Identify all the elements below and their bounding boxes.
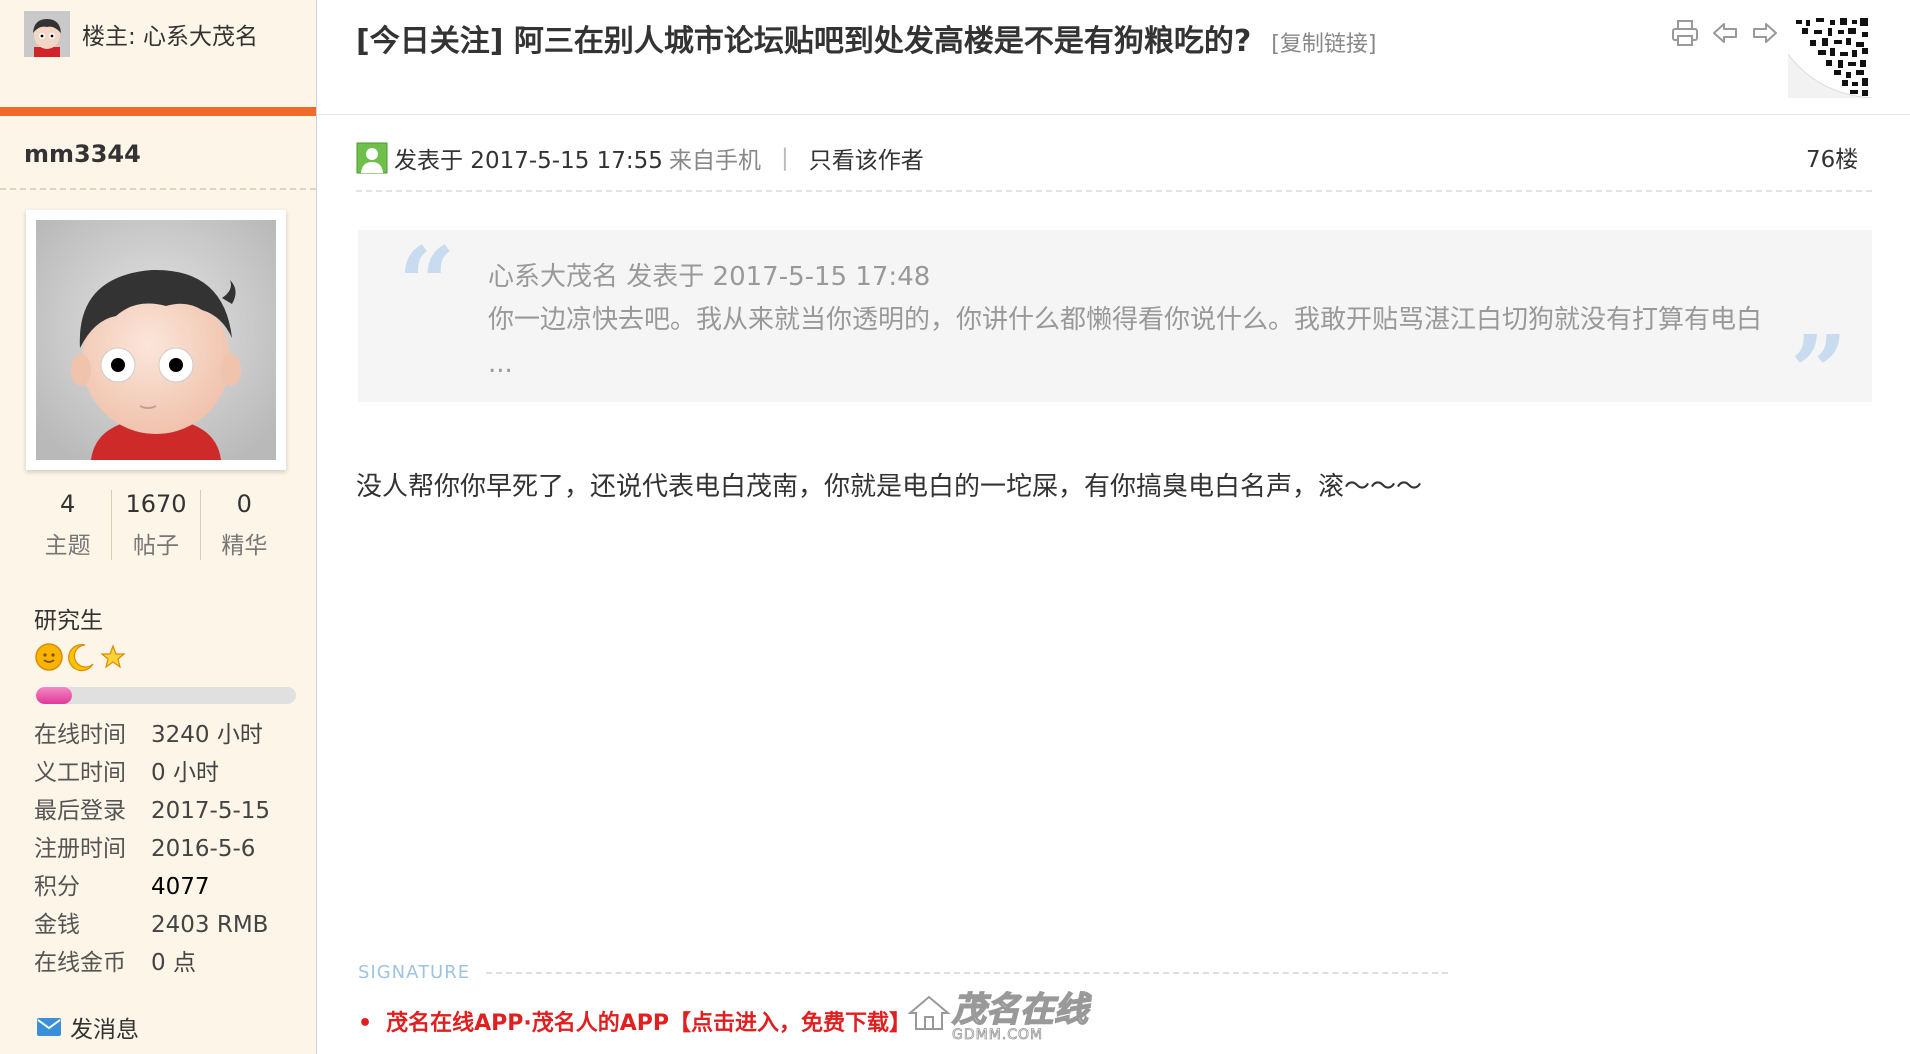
info-key: 在线金币: [34, 950, 126, 976]
copy-link-button[interactable]: [复制链接]: [1271, 32, 1376, 57]
quote-body: 你一边凉快去吧。我从来就当你透明的，你讲什么都懒得看你说什么。我敢开贴骂湛江白切…: [488, 305, 1763, 379]
signature-label: SIGNATURE: [358, 962, 471, 983]
info-key: 最后登录: [34, 798, 126, 824]
op-label[interactable]: 楼主: 心系大茂名: [82, 17, 258, 51]
info-value: 2017-5-15: [151, 798, 271, 824]
info-register-time: 注册时间 2016-5-6: [34, 830, 270, 868]
info-volunteer-time: 义工时间 0 小时: [34, 754, 270, 792]
envelope-icon: [37, 1018, 61, 1036]
floor-number[interactable]: 76楼: [1806, 140, 1858, 174]
post-source: 来自手机: [668, 148, 761, 174]
rank-icons: [34, 642, 128, 672]
op-avatar[interactable]: [24, 11, 70, 57]
star-icon: [100, 644, 126, 669]
info-last-login: 最后登录 2017-5-15: [34, 792, 270, 830]
only-author-link[interactable]: 只看该作者: [809, 141, 924, 175]
house-logo-icon: [907, 995, 951, 1030]
close-quote-icon: ”: [1790, 313, 1848, 431]
stat-value: 4: [60, 490, 76, 518]
info-value: 3240 小时: [151, 722, 263, 748]
info-value: 4077: [151, 874, 210, 900]
stat-value: 0: [236, 490, 252, 518]
quote-block: “ 心系大茂名 发表于 2017-5-15 17:48 你一边凉快去吧。我从来就…: [358, 225, 1872, 422]
thread-starter: 楼主: 心系大茂名: [24, 10, 258, 58]
signature-divider: [486, 972, 1448, 974]
post-meta: 发表于 2017-5-15 17:55 来自手机 | 只看该作者: [356, 141, 924, 175]
info-value: 0 小时: [151, 760, 219, 786]
thread-tools: [1670, 18, 1780, 48]
watermark-name: 茂名在线: [951, 989, 1089, 1031]
header-divider: [317, 114, 1910, 115]
author-avatar[interactable]: [26, 210, 286, 470]
stat-label: 主题: [44, 533, 91, 559]
info-money: 金钱 2403 RMB: [34, 906, 270, 944]
send-message-label: 发消息: [70, 1017, 139, 1043]
stat-label: 帖子: [132, 533, 179, 559]
divider: [356, 190, 1872, 192]
info-online-coins: 在线金币 0 点: [34, 944, 270, 982]
stat-threads[interactable]: 4 主题: [24, 490, 111, 560]
signature-link-text: 茂名在线APP·茂名人的APP【点击进入，免费下载】: [386, 1011, 911, 1036]
stat-value: 1670: [125, 490, 187, 518]
stat-digest[interactable]: 0 精华: [199, 490, 288, 560]
site-watermark: 茂名在线 GDMM.COM: [906, 982, 1089, 1043]
level-progress-fill: [36, 687, 73, 704]
bullet-icon: •: [358, 1011, 373, 1036]
author-sidebar: 楼主: 心系大茂名 mm3344 4 主题 1670 帖子 0 精华 研究生 在…: [0, 0, 317, 1054]
divider: [0, 188, 316, 190]
avatar-image: [36, 220, 276, 460]
qr-code-icon[interactable]: [1788, 14, 1872, 98]
sun-icon: [35, 643, 63, 671]
next-thread-icon[interactable]: [1750, 18, 1780, 48]
author-info: 在线时间 3240 小时 义工时间 0 小时 最后登录 2017-5-15 注册时间 2…: [34, 716, 270, 982]
thread-title: [今日关注] 阿三在别人城市论坛贴吧到处发高楼是不是有狗粮吃的? [复制链接]: [356, 16, 1376, 60]
meta-separator: |: [780, 145, 789, 171]
info-value: 0 点: [151, 950, 196, 976]
post-date: 发表于 2017-5-15 17:55: [394, 148, 663, 174]
author-stats: 4 主题 1670 帖子 0 精华: [24, 490, 288, 560]
stat-posts[interactable]: 1670 帖子: [111, 490, 199, 560]
print-icon[interactable]: [1670, 18, 1700, 48]
info-key: 金钱: [34, 912, 80, 938]
accent-divider: [0, 107, 316, 116]
author-username[interactable]: mm3344: [24, 140, 141, 168]
online-status-icon: [356, 142, 388, 174]
info-value: 2016-5-6: [151, 836, 256, 862]
stat-label: 精华: [221, 533, 268, 559]
info-value: 2403 RMB: [151, 912, 269, 938]
signature-link[interactable]: • 茂名在线APP·茂名人的APP【点击进入，免费下载】: [358, 1005, 911, 1037]
quote-header: 心系大茂名 发表于 2017-5-15 17:48: [488, 262, 931, 292]
open-quote-icon: “: [398, 225, 456, 343]
send-message-link[interactable]: 发消息: [36, 1010, 139, 1044]
post-content: 没人帮你你早死了，还说代表电白茂南，你就是电白的一坨屎，有你搞臭电白名声，滚～～…: [356, 472, 1423, 502]
prev-thread-icon[interactable]: [1710, 18, 1740, 48]
user-rank: 研究生: [34, 608, 103, 634]
level-progress-bar: [36, 687, 296, 704]
info-key: 注册时间: [34, 836, 126, 862]
thread-title-text: [今日关注] 阿三在别人城市论坛贴吧到处发高楼是不是有狗粮吃的?: [356, 24, 1252, 59]
info-key: 在线时间: [34, 722, 126, 748]
info-online-time: 在线时间 3240 小时: [34, 716, 270, 754]
info-points: 积分 4077: [34, 868, 270, 906]
moon-icon: [68, 643, 94, 672]
info-key: 义工时间: [34, 760, 126, 786]
info-key: 积分: [34, 874, 80, 900]
